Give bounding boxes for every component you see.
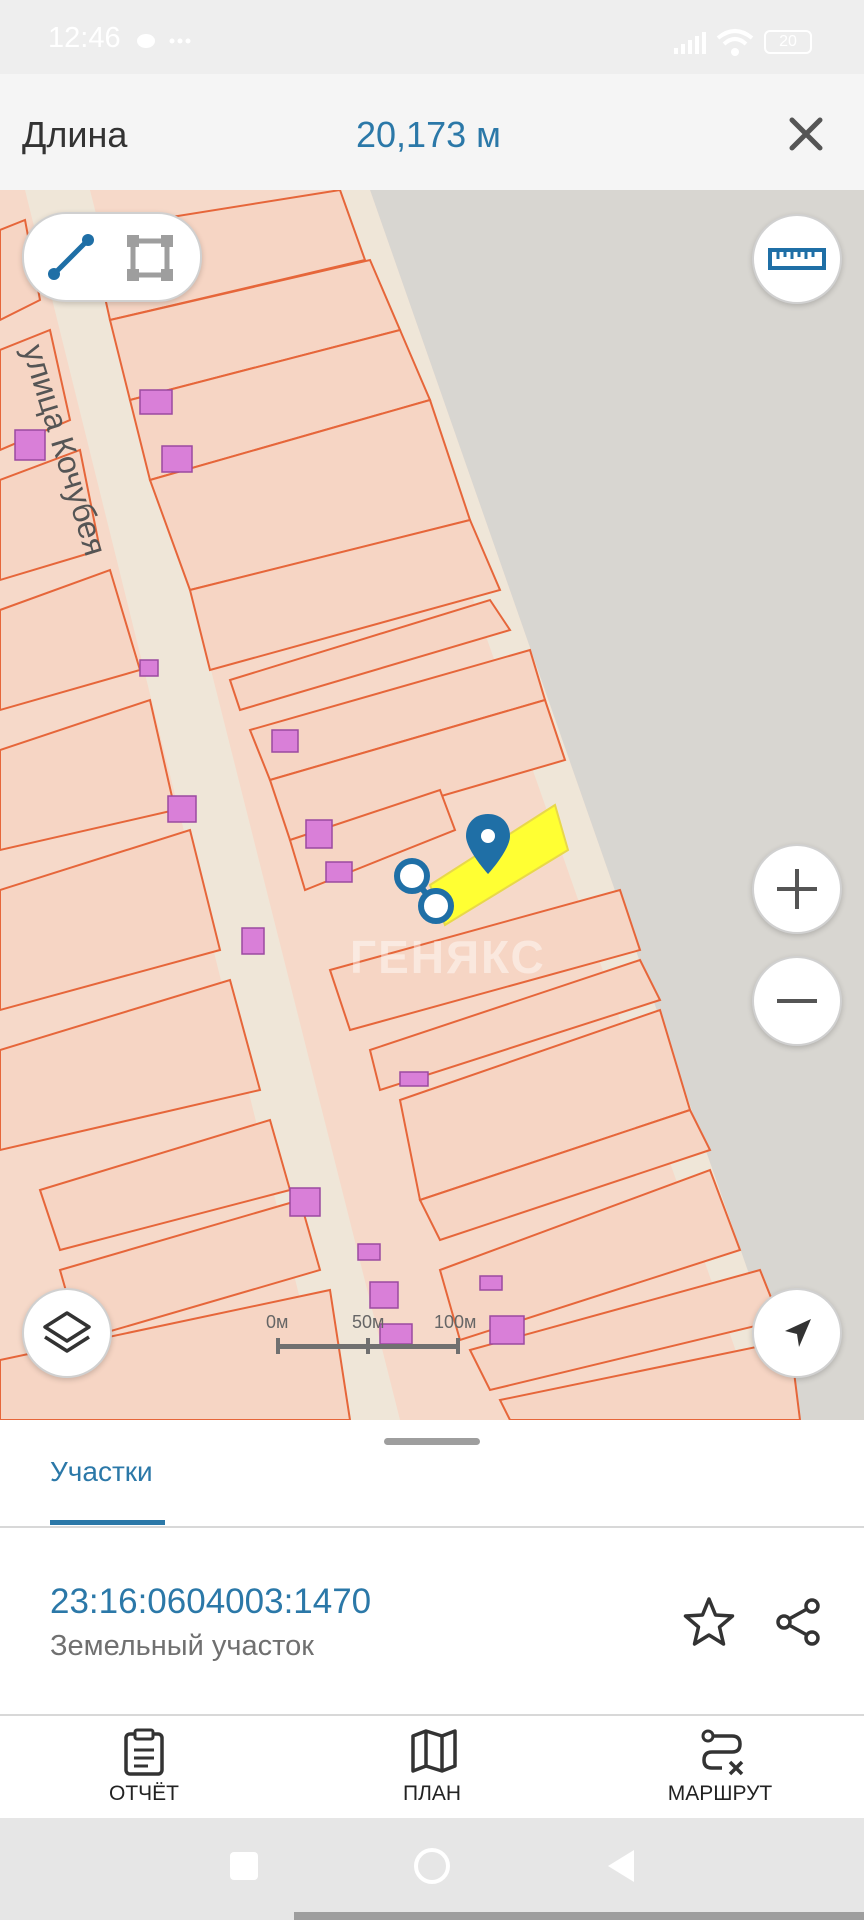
area-measure-icon[interactable] <box>124 232 176 284</box>
recents-icon[interactable] <box>230 1852 258 1880</box>
parcel-number[interactable]: 23:16:0604003:1470 <box>50 1582 371 1622</box>
navigation-arrow-icon <box>785 1319 811 1347</box>
scale-tick-0: 0м <box>266 1312 289 1332</box>
divider <box>0 1526 864 1528</box>
report-button[interactable]: ОТЧЁТ <box>44 1728 244 1808</box>
battery-level: 20 <box>779 33 797 50</box>
home-icon[interactable] <box>414 1848 450 1884</box>
measure-mode-switch[interactable] <box>22 212 202 302</box>
back-icon[interactable] <box>604 1848 636 1884</box>
system-nav-bar <box>0 1818 864 1920</box>
favorite-star-icon[interactable] <box>682 1596 736 1648</box>
measure-point-start[interactable] <box>394 858 430 894</box>
map-watermark: ГЕНЯКС <box>350 931 546 983</box>
measure-label: Длина <box>22 114 128 155</box>
route-icon <box>701 1729 744 1776</box>
zoom-out-button[interactable] <box>752 956 842 1046</box>
parcel-type: Земельный участок <box>50 1630 314 1662</box>
status-time: 12:46 <box>48 22 121 54</box>
plan-button[interactable]: ПЛАН <box>332 1728 532 1808</box>
scale-bar: 0м 50м 100м <box>260 1312 476 1372</box>
cadastral-map[interactable]: улица Кочубея ГЕНЯКС 0м 50м 100м <box>0 190 864 1420</box>
report-label: ОТЧЁТ <box>108 1782 179 1805</box>
ruler-button[interactable] <box>752 214 842 304</box>
layers-icon <box>43 1311 91 1353</box>
map-icon <box>411 1729 457 1773</box>
measure-point-end[interactable] <box>418 888 454 924</box>
divider <box>0 1714 864 1716</box>
signal-icon <box>674 32 706 54</box>
route-button[interactable]: МАРШРУТ <box>620 1728 820 1808</box>
scale-tick-100: 100м <box>434 1312 477 1332</box>
bottom-sheet: Участки 23:16:0604003:1470 Земельный уча… <box>0 1420 864 1818</box>
sheet-drag-handle[interactable] <box>384 1438 480 1445</box>
my-location-button[interactable] <box>752 1288 842 1378</box>
wifi-icon <box>716 29 754 56</box>
zoom-in-button[interactable] <box>752 844 842 934</box>
tab-indicator <box>50 1520 165 1525</box>
clipboard-icon <box>124 1728 164 1776</box>
notification-icons <box>137 34 191 48</box>
plan-label: ПЛАН <box>402 1782 462 1805</box>
ruler-icon <box>768 248 826 270</box>
route-label: МАРШРУТ <box>667 1782 773 1805</box>
measure-value: 20,173 м <box>356 114 501 155</box>
map-canvas[interactable] <box>0 190 864 1420</box>
scale-tick-50: 50м <box>352 1312 385 1332</box>
minus-icon <box>777 999 817 1003</box>
layers-button[interactable] <box>22 1288 112 1378</box>
close-icon[interactable] <box>786 114 826 154</box>
tab-parcels[interactable]: Участки <box>50 1456 153 1488</box>
line-measure-icon[interactable] <box>46 232 96 282</box>
battery-icon: 20 <box>764 30 812 54</box>
gesture-bar <box>294 1912 864 1920</box>
measure-bar: Длина 20,173 м <box>0 74 864 190</box>
share-icon[interactable] <box>772 1596 824 1648</box>
plus-icon <box>777 869 817 909</box>
status-bar: 12:46 20 <box>0 0 864 74</box>
